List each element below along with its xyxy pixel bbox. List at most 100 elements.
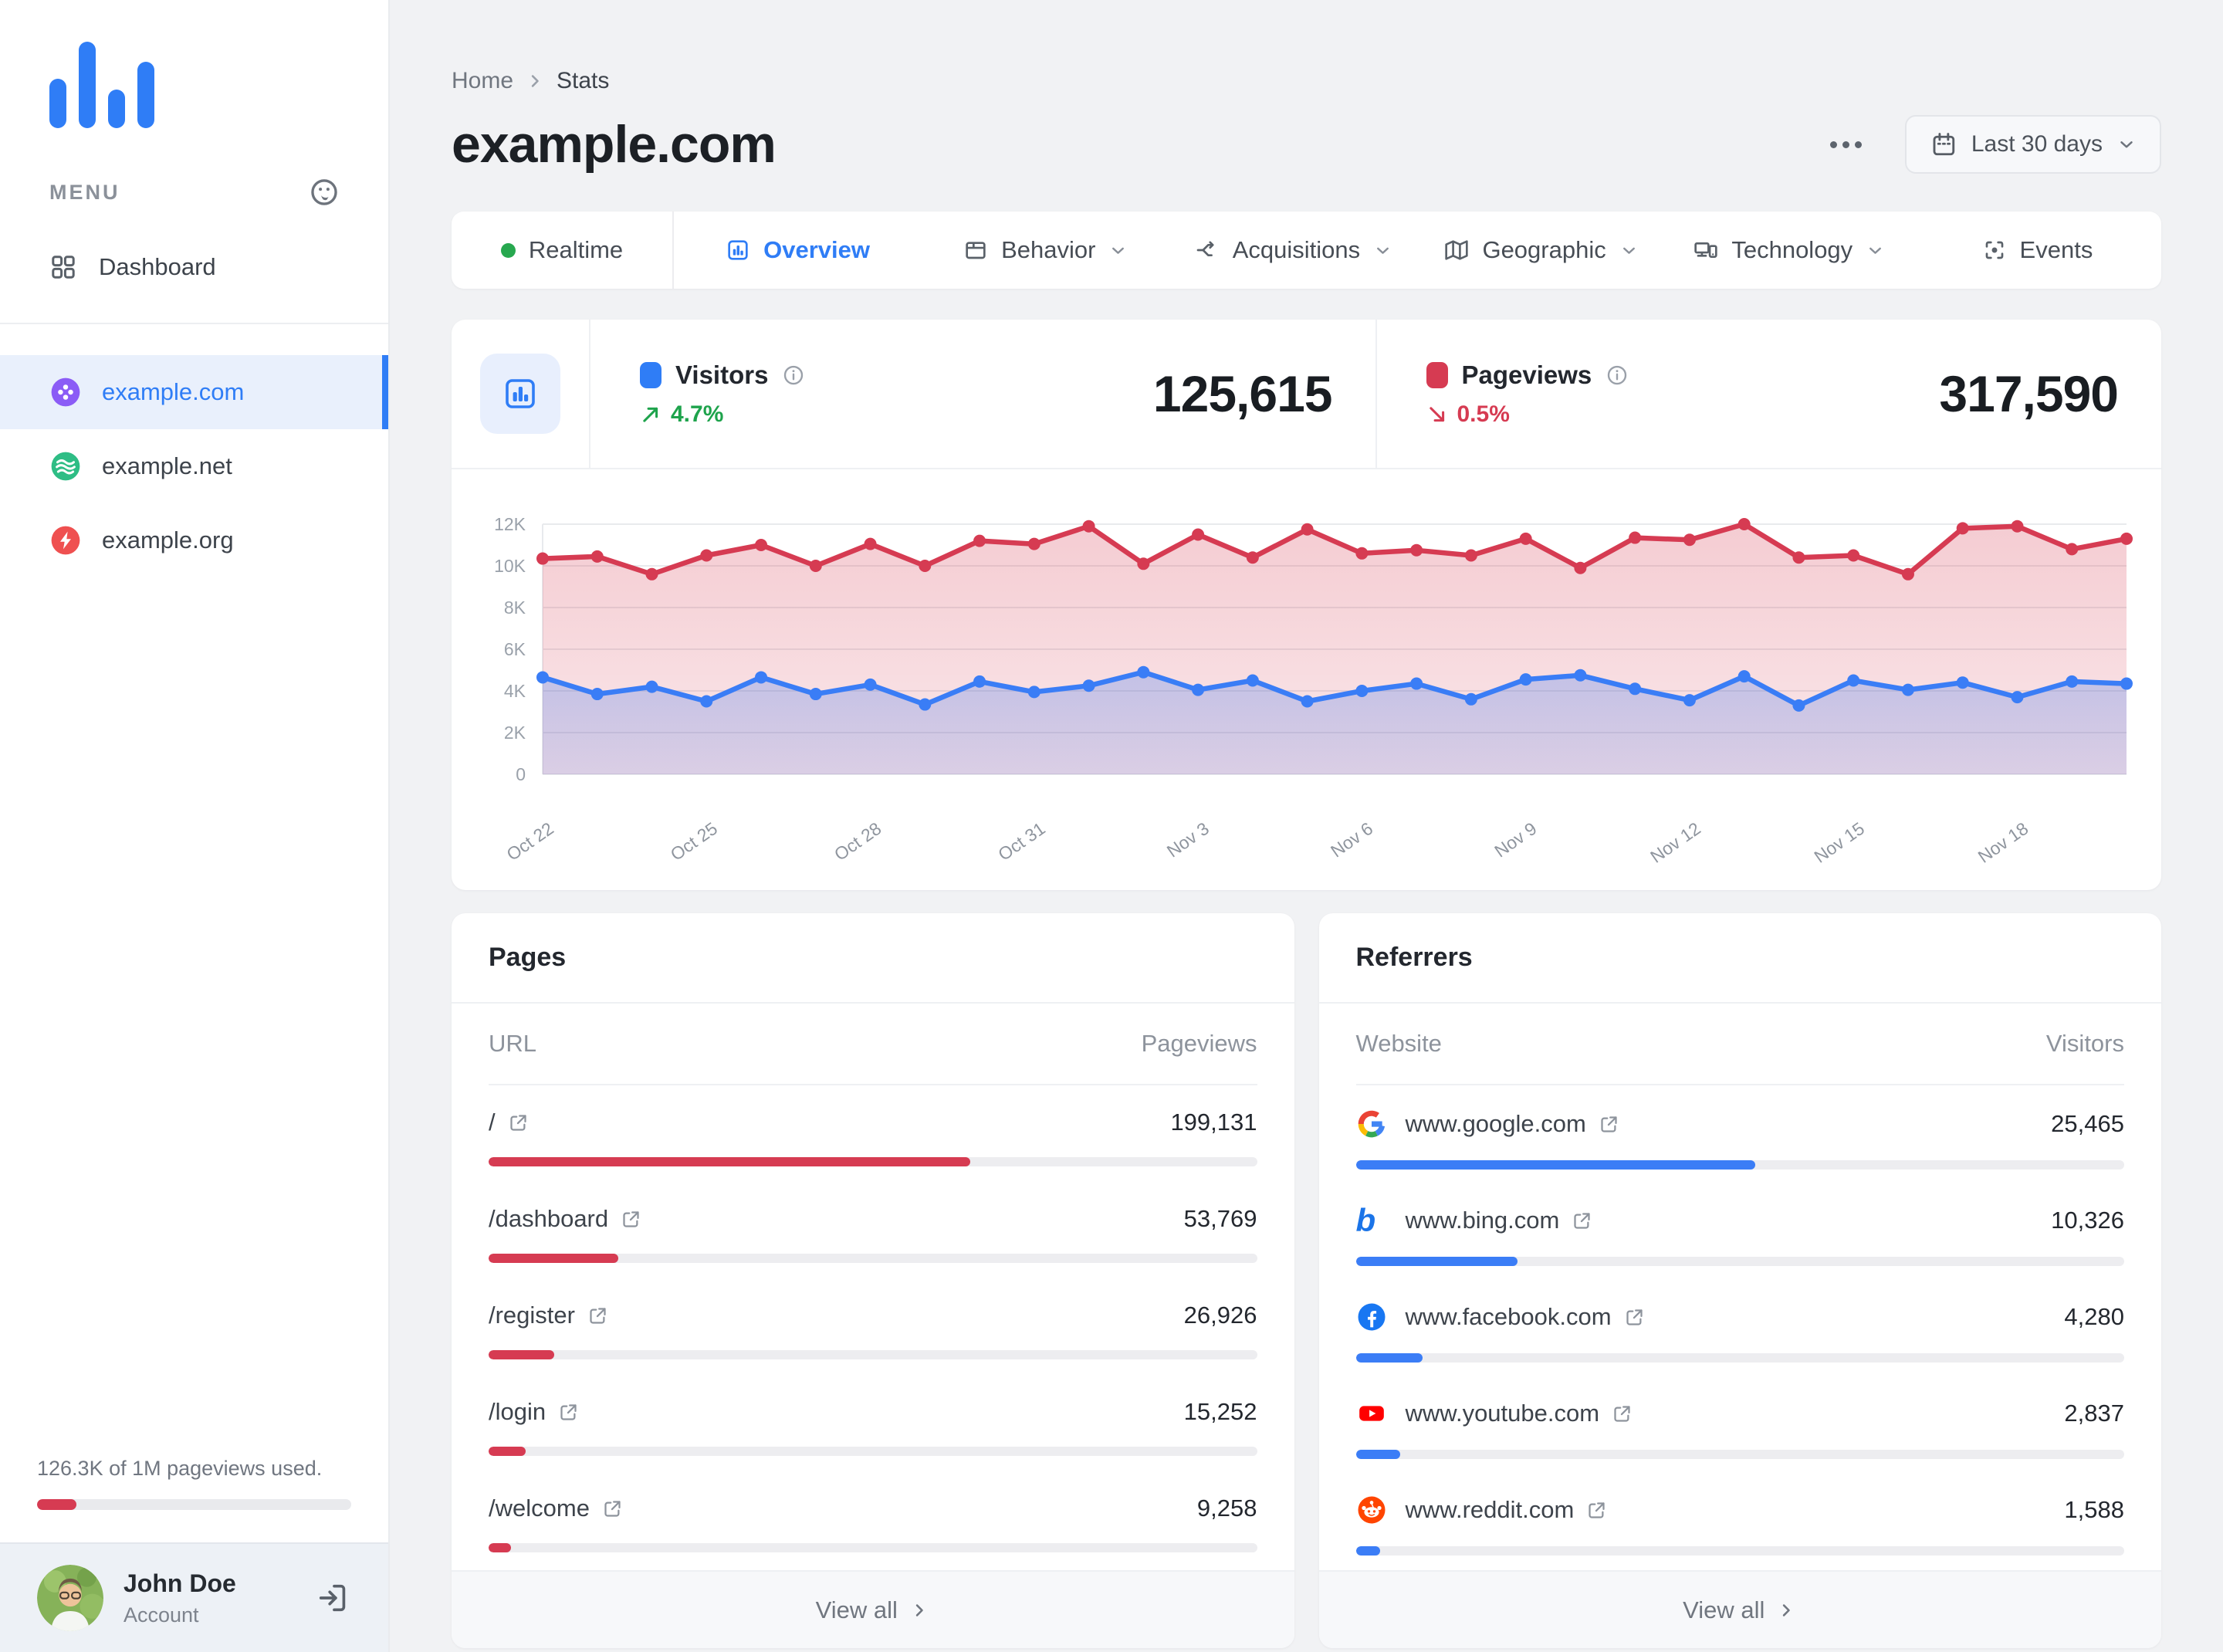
table-row: www.facebook.com 4,280: [1355, 1278, 2124, 1375]
external-link-icon[interactable]: [558, 1402, 579, 1423]
sidebar: MENU Dashboard example.com example.net e…: [0, 0, 390, 1652]
progressbar: [489, 1157, 1257, 1166]
bing-favicon: b: [1355, 1202, 1376, 1238]
referrers-col-website: Website: [1355, 1030, 1442, 1057]
referrer-link[interactable]: www.facebook.com: [1356, 1302, 1645, 1332]
svg-text:4K: 4K: [504, 681, 526, 701]
bolt-icon: [51, 526, 80, 555]
sidebar-item-example-com[interactable]: example.com: [0, 355, 388, 429]
referrer-link[interactable]: www.reddit.com: [1356, 1495, 1608, 1525]
visitors-value: 125,615: [1152, 365, 1333, 422]
svg-text:0: 0: [516, 764, 526, 784]
referrer-link[interactable]: b www.bing.com: [1355, 1202, 1593, 1238]
chevron-down-icon: [2120, 141, 2133, 148]
pages-card: Pages URL Pageviews / 199,131 /dashboard…: [452, 913, 1294, 1648]
tab-label: Technology: [1731, 236, 1853, 263]
site-name: example.org: [102, 526, 234, 553]
tab-technology[interactable]: Technology: [1666, 212, 1913, 289]
breadcrumb-home[interactable]: Home: [452, 68, 513, 94]
clover-icon: [51, 377, 80, 407]
page-value: 15,252: [1183, 1398, 1257, 1425]
external-link-icon[interactable]: [1612, 1403, 1633, 1424]
page-url-link[interactable]: /dashboard: [489, 1205, 641, 1233]
progressbar: [489, 1350, 1257, 1359]
tab-label: Events: [2019, 236, 2093, 263]
sidebar-divider: [0, 323, 388, 324]
external-link-icon[interactable]: [508, 1112, 529, 1133]
tab-behavior[interactable]: Behavior: [922, 212, 1169, 289]
visitors-metric: Visitors 4.7% 125,615: [590, 320, 1375, 468]
svg-text:Nov 18: Nov 18: [1974, 818, 2032, 867]
page-url-link[interactable]: /register: [489, 1302, 608, 1329]
visitors-delta: 4.7%: [640, 401, 805, 428]
avatar: [37, 1565, 103, 1631]
table-row: /welcome 9,258: [489, 1471, 1257, 1568]
chevron-right-icon: [915, 1603, 923, 1616]
referrer-link[interactable]: www.youtube.com: [1356, 1398, 1633, 1429]
google-favicon: [1358, 1110, 1385, 1138]
page-url-link[interactable]: /login: [489, 1398, 579, 1426]
page-value: 9,258: [1196, 1495, 1257, 1522]
tab-overview[interactable]: Overview: [674, 212, 922, 289]
pageviews-label: Pageviews: [1461, 360, 1592, 389]
progressbar: [1355, 1450, 2124, 1459]
page-value: 199,131: [1170, 1109, 1257, 1136]
table-row: b www.bing.com 10,326: [1355, 1182, 2124, 1278]
sidebar-item-example-net[interactable]: example.net: [0, 429, 388, 503]
date-range-label: Last 30 days: [1971, 131, 2103, 157]
scan-target-icon: [1985, 241, 2003, 259]
date-range-button[interactable]: Last 30 days: [1904, 115, 2161, 174]
tab-label: Overview: [763, 236, 871, 263]
info-icon[interactable]: [1606, 364, 1629, 387]
theme-face-icon[interactable]: [308, 176, 340, 208]
external-link-icon[interactable]: [621, 1209, 641, 1230]
sidebar-item-example-org[interactable]: example.org: [0, 503, 388, 577]
external-link-icon[interactable]: [1599, 1114, 1619, 1135]
external-link-icon[interactable]: [1586, 1500, 1607, 1521]
svg-text:2K: 2K: [504, 723, 526, 743]
referrer-link[interactable]: www.google.com: [1356, 1109, 1619, 1139]
tab-geographic[interactable]: Geographic: [1418, 212, 1666, 289]
traffic-chart[interactable]: 0 2K 4K 6K 8K 10K 12K Oct 22 Oct 25 Oct 28 Oct 31…: [452, 469, 2161, 890]
external-link-icon[interactable]: [1572, 1210, 1592, 1231]
visitors-label: Visitors: [675, 360, 769, 389]
pages-view-all-button[interactable]: View all: [452, 1570, 1294, 1648]
chevron-down-icon: [1112, 247, 1125, 254]
chevron-down-icon: [1869, 247, 1882, 254]
calendar-icon: [1933, 133, 1955, 156]
account-section[interactable]: John Doe Account: [0, 1542, 388, 1652]
stats-tabbar: Realtime Overview Behavior Acquisitions: [452, 212, 2161, 289]
page-url-link[interactable]: /: [489, 1109, 529, 1136]
page-url-link[interactable]: /welcome: [489, 1495, 623, 1522]
chevron-down-icon: [1622, 247, 1635, 254]
tab-label: Realtime: [528, 236, 624, 263]
progressbar: [1355, 1160, 2124, 1170]
tab-realtime[interactable]: Realtime: [452, 212, 674, 289]
referrers-card-title: Referrers: [1318, 913, 2161, 1004]
referrers-col-visitors: Visitors: [2045, 1030, 2124, 1057]
pages-card-title: Pages: [452, 913, 1294, 1004]
logout-icon[interactable]: [316, 1580, 351, 1616]
external-link-icon[interactable]: [602, 1498, 623, 1519]
page-title: example.com: [452, 115, 777, 174]
referrers-card: Referrers Website Visitors www.google.co…: [1318, 913, 2161, 1648]
sidebar-item-dashboard[interactable]: Dashboard: [49, 253, 388, 281]
table-row: /dashboard 53,769: [489, 1182, 1257, 1278]
progressbar: [1355, 1353, 2124, 1363]
tab-acquisitions[interactable]: Acquisitions: [1169, 212, 1417, 289]
table-row: /register 26,926: [489, 1278, 1257, 1375]
svg-text:Nov 3: Nov 3: [1163, 818, 1213, 862]
svg-text:Oct 28: Oct 28: [831, 818, 885, 865]
external-link-icon[interactable]: [587, 1305, 608, 1326]
external-link-icon[interactable]: [1624, 1307, 1645, 1328]
more-options-button[interactable]: [1822, 134, 1869, 156]
info-icon[interactable]: [782, 364, 805, 387]
svg-text:Oct 22: Oct 22: [502, 818, 557, 865]
pageviews-swatch: [1426, 361, 1448, 388]
referrer-value: 4,280: [2064, 1303, 2124, 1330]
tab-label: Geographic: [1482, 236, 1606, 263]
svg-text:10K: 10K: [494, 556, 526, 576]
referrers-view-all-button[interactable]: View all: [1318, 1570, 2161, 1648]
svg-text:Nov 12: Nov 12: [1646, 818, 1704, 867]
tab-events[interactable]: Events: [1913, 212, 2161, 289]
